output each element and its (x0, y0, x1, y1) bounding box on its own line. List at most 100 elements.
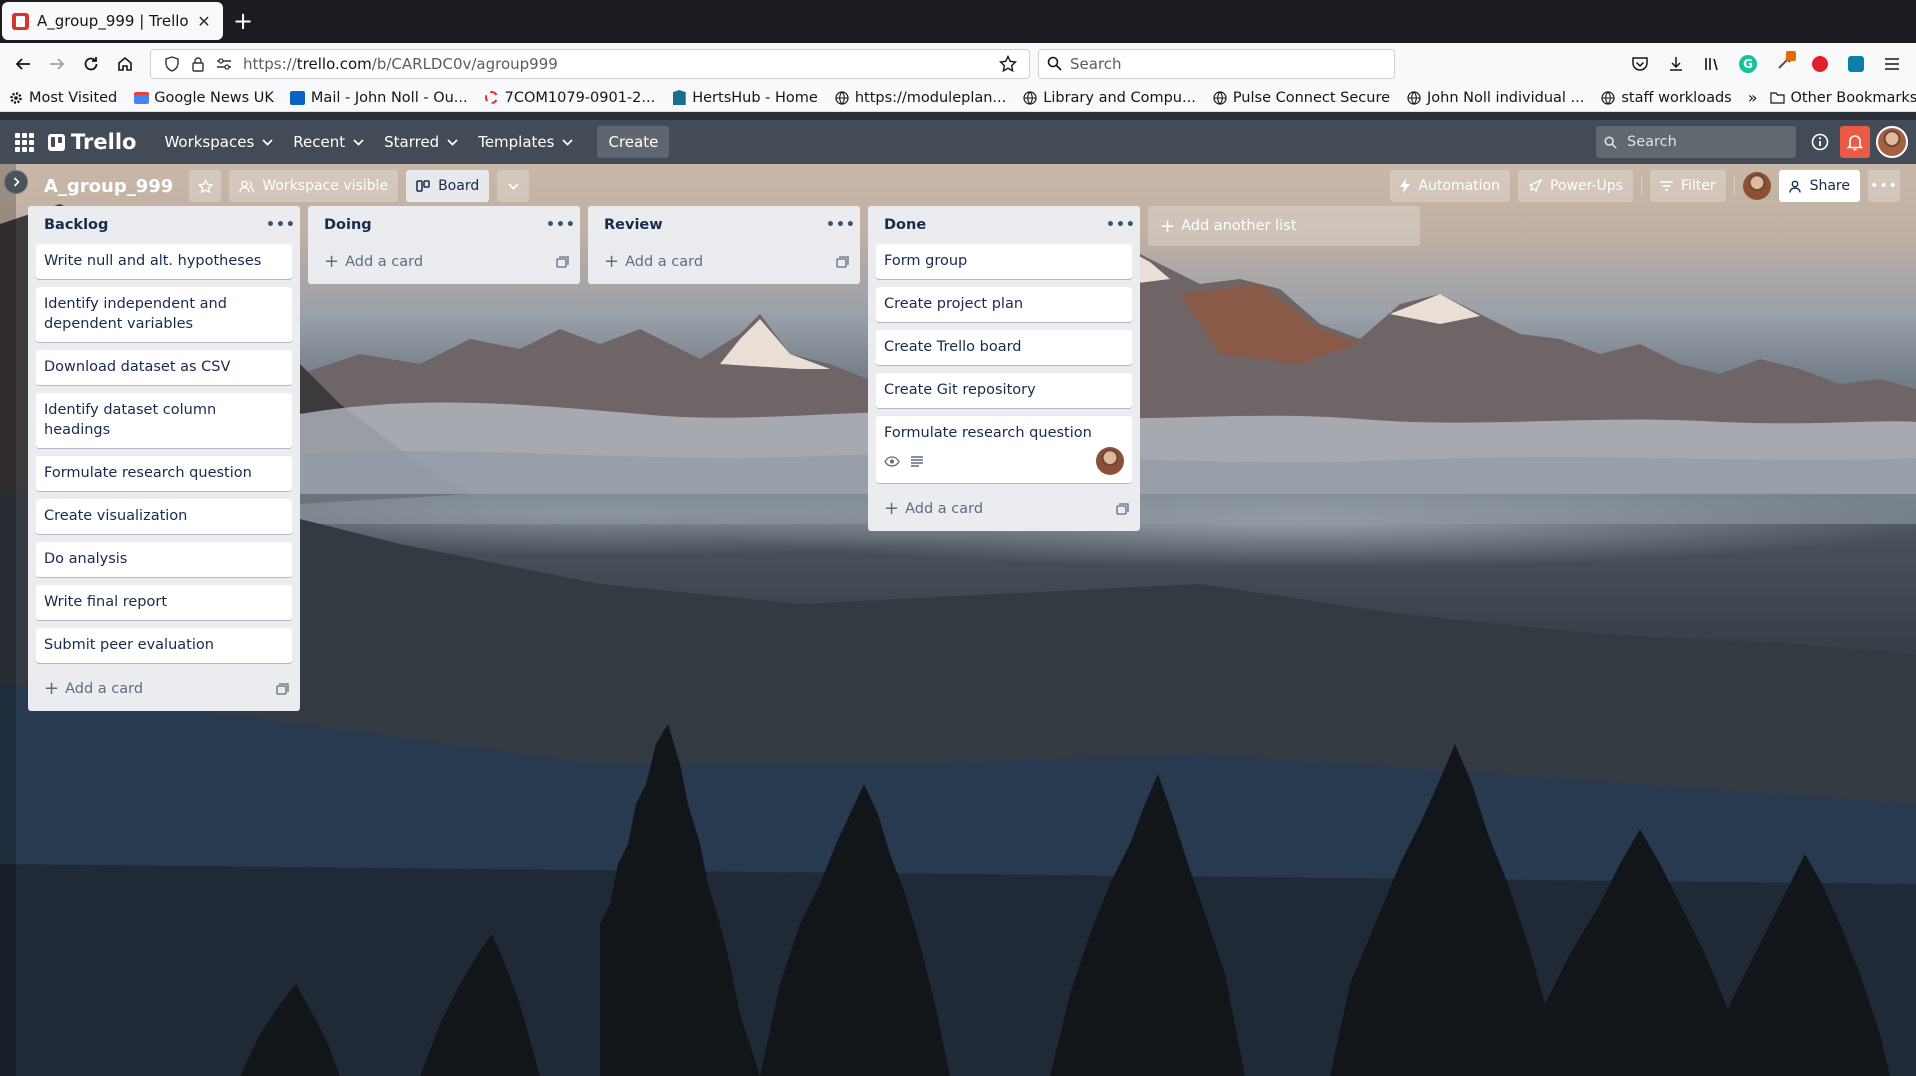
card-template-icon[interactable] (272, 683, 292, 695)
bookmark-label: Most Visited (29, 89, 118, 106)
browser-tab[interactable]: A_group_999 | Trello ✕ (2, 2, 223, 40)
automation-button[interactable]: Automation (1390, 170, 1510, 202)
bookmark-google-news[interactable]: Google News UK (133, 90, 274, 106)
extension-teal-icon[interactable] (1838, 48, 1874, 80)
info-icon[interactable] (1804, 126, 1836, 158)
bookmark-7com1079[interactable]: 7COM1079-0901-2... (484, 89, 656, 106)
star-board-button[interactable] (189, 170, 222, 202)
shield-icon[interactable] (159, 51, 185, 77)
list-doing[interactable]: Doing ••• + Add a card (308, 206, 580, 284)
board-title[interactable]: A_group_999 (44, 176, 173, 197)
add-list-label: Add another list (1181, 218, 1297, 234)
card[interactable]: Create Trello board (876, 330, 1132, 365)
card-template-icon[interactable] (832, 256, 852, 268)
share-button[interactable]: Share (1778, 170, 1860, 202)
card[interactable]: Create project plan (876, 287, 1132, 322)
card-template-icon[interactable] (1112, 503, 1132, 515)
add-card-label: Add a card (905, 501, 984, 517)
filter-button[interactable]: Filter (1649, 170, 1726, 202)
library-icon[interactable] (1694, 48, 1730, 80)
bookmark-staff-workloads[interactable]: staff workloads (1600, 90, 1732, 106)
recent-menu[interactable]: Recent (283, 126, 374, 158)
card-member-avatar[interactable] (1096, 447, 1124, 475)
visibility-button[interactable]: Workspace visible (229, 170, 399, 202)
board-view-button[interactable]: Board (406, 170, 490, 202)
list-actions-icon[interactable]: ••• (1106, 217, 1135, 233)
url-bar[interactable]: https://trello.com/b/CARLDC0v/agroup999 (150, 48, 1030, 79)
bookmark-label: 7COM1079-0901-2... (504, 89, 656, 106)
templates-menu[interactable]: Templates (468, 126, 583, 158)
bookmark-most-visited[interactable]: Most Visited (8, 90, 117, 106)
bookmark-star-icon[interactable] (995, 51, 1021, 77)
grammarly-icon[interactable]: G (1730, 48, 1766, 80)
add-list-button[interactable]: + Add another list (1148, 206, 1420, 246)
notifications-bell-icon[interactable] (1840, 126, 1870, 158)
url-text[interactable]: https://trello.com/b/CARLDC0v/agroup999 (243, 55, 995, 73)
list-backlog[interactable]: Backlog ••• Write null and alt. hypothes… (28, 206, 300, 711)
card[interactable]: Write null and alt. hypotheses (36, 244, 292, 279)
list-actions-icon[interactable]: ••• (546, 217, 575, 233)
other-bookmarks[interactable]: Other Bookmarks (1770, 90, 1916, 106)
chevron-down-icon (508, 182, 519, 190)
board-menu-button[interactable]: ••• (1868, 170, 1900, 202)
card[interactable]: Create visualization (36, 499, 292, 534)
list-actions-icon[interactable]: ••• (826, 217, 855, 233)
card[interactable]: Do analysis (36, 542, 292, 577)
trello-logo[interactable]: Trello (48, 130, 136, 154)
card[interactable]: Write final report (36, 585, 292, 620)
home-button[interactable] (108, 48, 142, 80)
board-member-avatar[interactable] (1742, 172, 1771, 200)
new-tab-button[interactable]: + (223, 2, 263, 40)
menu-icon[interactable] (1874, 48, 1910, 80)
forward-button[interactable] (40, 48, 74, 80)
add-card-button[interactable]: + Add a card (588, 244, 860, 280)
downloads-icon[interactable] (1658, 48, 1694, 80)
card[interactable]: Submit peer evaluation (36, 628, 292, 663)
user-avatar[interactable] (1876, 126, 1908, 158)
card-template-icon[interactable] (552, 256, 572, 268)
card[interactable]: Form group (876, 244, 1132, 279)
filter-icon (1659, 181, 1673, 191)
card[interactable]: Create Git repository (876, 373, 1132, 408)
card[interactable]: Download dataset as CSV (36, 350, 292, 385)
list-actions-icon[interactable]: ••• (266, 217, 295, 233)
add-card-button[interactable]: + Add a card (28, 671, 300, 707)
bookmark-pulse-connect[interactable]: Pulse Connect Secure (1212, 90, 1390, 106)
filter-label: Filter (1680, 178, 1716, 194)
bookmark-hertshub[interactable]: HertsHub - Home (671, 90, 818, 106)
bookmark-mail[interactable]: Mail - John Noll - Ou... (290, 90, 468, 106)
permissions-icon[interactable] (211, 51, 237, 77)
add-card-button[interactable]: + Add a card (308, 244, 580, 280)
list-title[interactable]: Review (604, 217, 826, 233)
list-title[interactable]: Backlog (44, 217, 266, 233)
extension-icon[interactable] (1766, 48, 1802, 80)
starred-menu[interactable]: Starred (374, 126, 468, 158)
trello-search-input[interactable]: Search (1596, 126, 1796, 158)
card-with-badges[interactable]: Formulate research question (876, 416, 1132, 483)
create-button[interactable]: Create (597, 126, 670, 158)
workspaces-menu[interactable]: Workspaces (154, 126, 283, 158)
back-button[interactable] (6, 48, 40, 80)
close-tab-icon[interactable]: ✕ (195, 12, 213, 31)
powerups-button[interactable]: Power-Ups (1518, 170, 1633, 202)
view-switcher-button[interactable] (497, 170, 530, 202)
lock-icon[interactable] (185, 51, 211, 77)
list-done[interactable]: Done ••• Form group Create project plan … (868, 206, 1140, 531)
bookmark-john-noll[interactable]: John Noll individual ... (1406, 90, 1584, 106)
recent-label: Recent (293, 133, 346, 151)
app-switcher-icon[interactable] (12, 130, 36, 154)
list-title[interactable]: Done (884, 217, 1106, 233)
more-bookmarks-chevron-icon[interactable]: » (1748, 88, 1758, 107)
pocket-icon[interactable] (1622, 48, 1658, 80)
list-title[interactable]: Doing (324, 217, 546, 233)
bookmark-moduleplan[interactable]: https://moduleplan... (834, 90, 1006, 106)
card[interactable]: Formulate research question (36, 456, 292, 491)
browser-search-bar[interactable]: Search (1038, 48, 1395, 79)
card[interactable]: Identify dataset column headings (36, 393, 292, 448)
list-review[interactable]: Review ••• + Add a card (588, 206, 860, 284)
add-card-button[interactable]: + Add a card (868, 491, 1140, 527)
bookmark-library[interactable]: Library and Compu... (1022, 90, 1196, 106)
extension-red-icon[interactable] (1802, 48, 1838, 80)
card[interactable]: Identify independent and dependent varia… (36, 287, 292, 342)
reload-button[interactable] (74, 48, 108, 80)
